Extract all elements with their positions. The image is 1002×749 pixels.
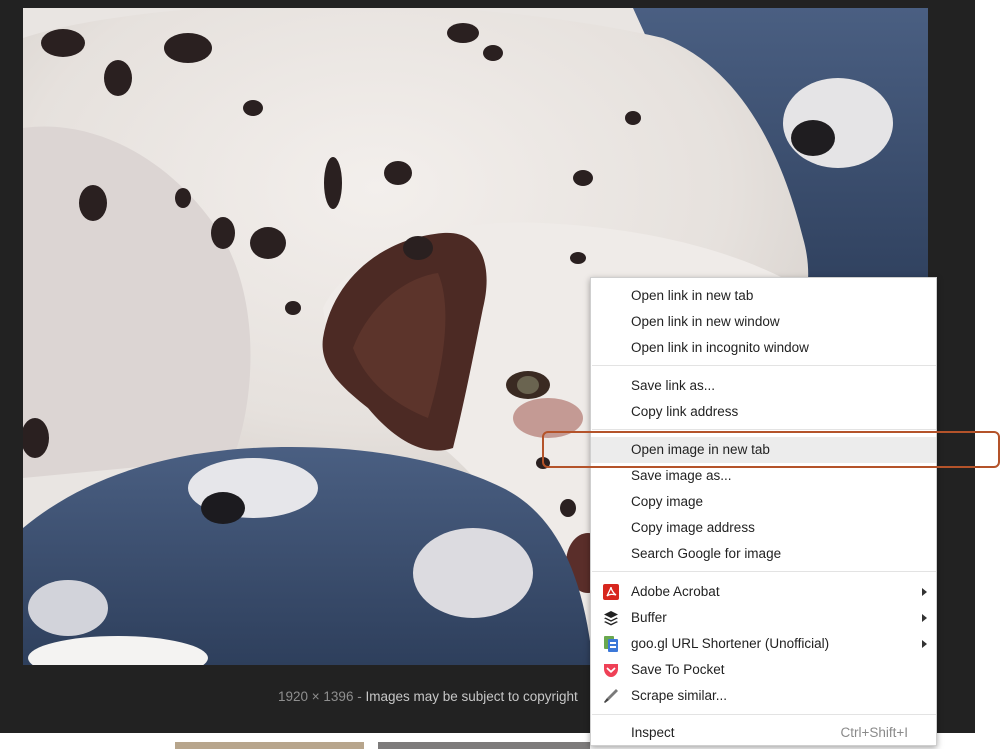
image-info-caption: 1920 × 1396 - Images may be subject to c…	[278, 687, 578, 707]
menu-item-googl-shortener[interactable]: goo.gl URL Shortener (Unofficial)	[591, 631, 936, 657]
menu-item-label: Copy image	[631, 494, 704, 509]
menu-item-label: Copy link address	[631, 404, 739, 419]
menu-item-label: Copy image address	[631, 520, 755, 535]
menu-item-open-image-new-tab[interactable]: Open image in new tab	[591, 437, 936, 463]
menu-item-save-to-pocket[interactable]: Save To Pocket	[591, 657, 936, 683]
menu-item-buffer[interactable]: Buffer	[591, 605, 936, 631]
related-image-thumbnail[interactable]	[378, 742, 590, 749]
menu-item-save-image-as[interactable]: Save image as...	[591, 463, 936, 489]
menu-item-search-google-for-image[interactable]: Search Google for image	[591, 541, 936, 567]
menu-item-copy-image-address[interactable]: Copy image address	[591, 515, 936, 541]
menu-item-label: Adobe Acrobat	[631, 584, 720, 599]
menu-separator	[592, 429, 936, 430]
menu-item-inspect[interactable]: Inspect Ctrl+Shift+I	[591, 720, 936, 746]
browser-page: 1920 × 1396 - Images may be subject to c…	[0, 0, 1002, 749]
menu-item-open-link-new-tab[interactable]: Open link in new tab	[591, 283, 936, 309]
menu-item-save-link-as[interactable]: Save link as...	[591, 373, 936, 399]
menu-item-label: Scrape similar...	[631, 688, 728, 703]
copyright-notice[interactable]: Images may be subject to copyright	[365, 689, 577, 704]
menu-item-copy-link-address[interactable]: Copy link address	[591, 399, 936, 425]
menu-item-label: Open link in new tab	[631, 288, 754, 303]
buffer-icon	[602, 609, 620, 627]
menu-item-label: Save To Pocket	[631, 662, 725, 677]
pocket-icon	[602, 661, 620, 679]
menu-separator	[592, 714, 936, 715]
submenu-arrow-icon	[922, 614, 927, 622]
menu-separator	[592, 571, 936, 572]
menu-item-label: Open link in incognito window	[631, 340, 809, 355]
menu-item-label: Save image as...	[631, 468, 732, 483]
scraper-icon	[602, 687, 620, 705]
menu-item-open-link-new-window[interactable]: Open link in new window	[591, 309, 936, 335]
googl-shortener-icon	[602, 635, 620, 653]
menu-item-open-link-incognito[interactable]: Open link in incognito window	[591, 335, 936, 361]
keyboard-shortcut: Ctrl+Shift+I	[840, 725, 908, 740]
menu-item-copy-image[interactable]: Copy image	[591, 489, 936, 515]
submenu-arrow-icon	[922, 640, 927, 648]
menu-item-adobe-acrobat[interactable]: Adobe Acrobat	[591, 579, 936, 605]
context-menu: Open link in new tab Open link in new wi…	[590, 277, 937, 746]
menu-item-scrape-similar[interactable]: Scrape similar...	[591, 683, 936, 709]
submenu-arrow-icon	[922, 588, 927, 596]
menu-item-label: Open image in new tab	[631, 442, 770, 457]
menu-item-label: Open link in new window	[631, 314, 780, 329]
image-dimensions: 1920 × 1396	[278, 689, 354, 704]
menu-item-label: Save link as...	[631, 378, 716, 393]
related-image-thumbnail[interactable]	[175, 742, 364, 749]
menu-item-label: Inspect	[631, 725, 675, 740]
menu-separator	[592, 365, 936, 366]
menu-item-label: goo.gl URL Shortener (Unofficial)	[631, 636, 830, 651]
menu-item-label: Search Google for image	[631, 546, 782, 561]
caption-separator: -	[353, 689, 366, 704]
adobe-acrobat-icon	[602, 583, 620, 601]
menu-item-label: Buffer	[631, 610, 667, 625]
